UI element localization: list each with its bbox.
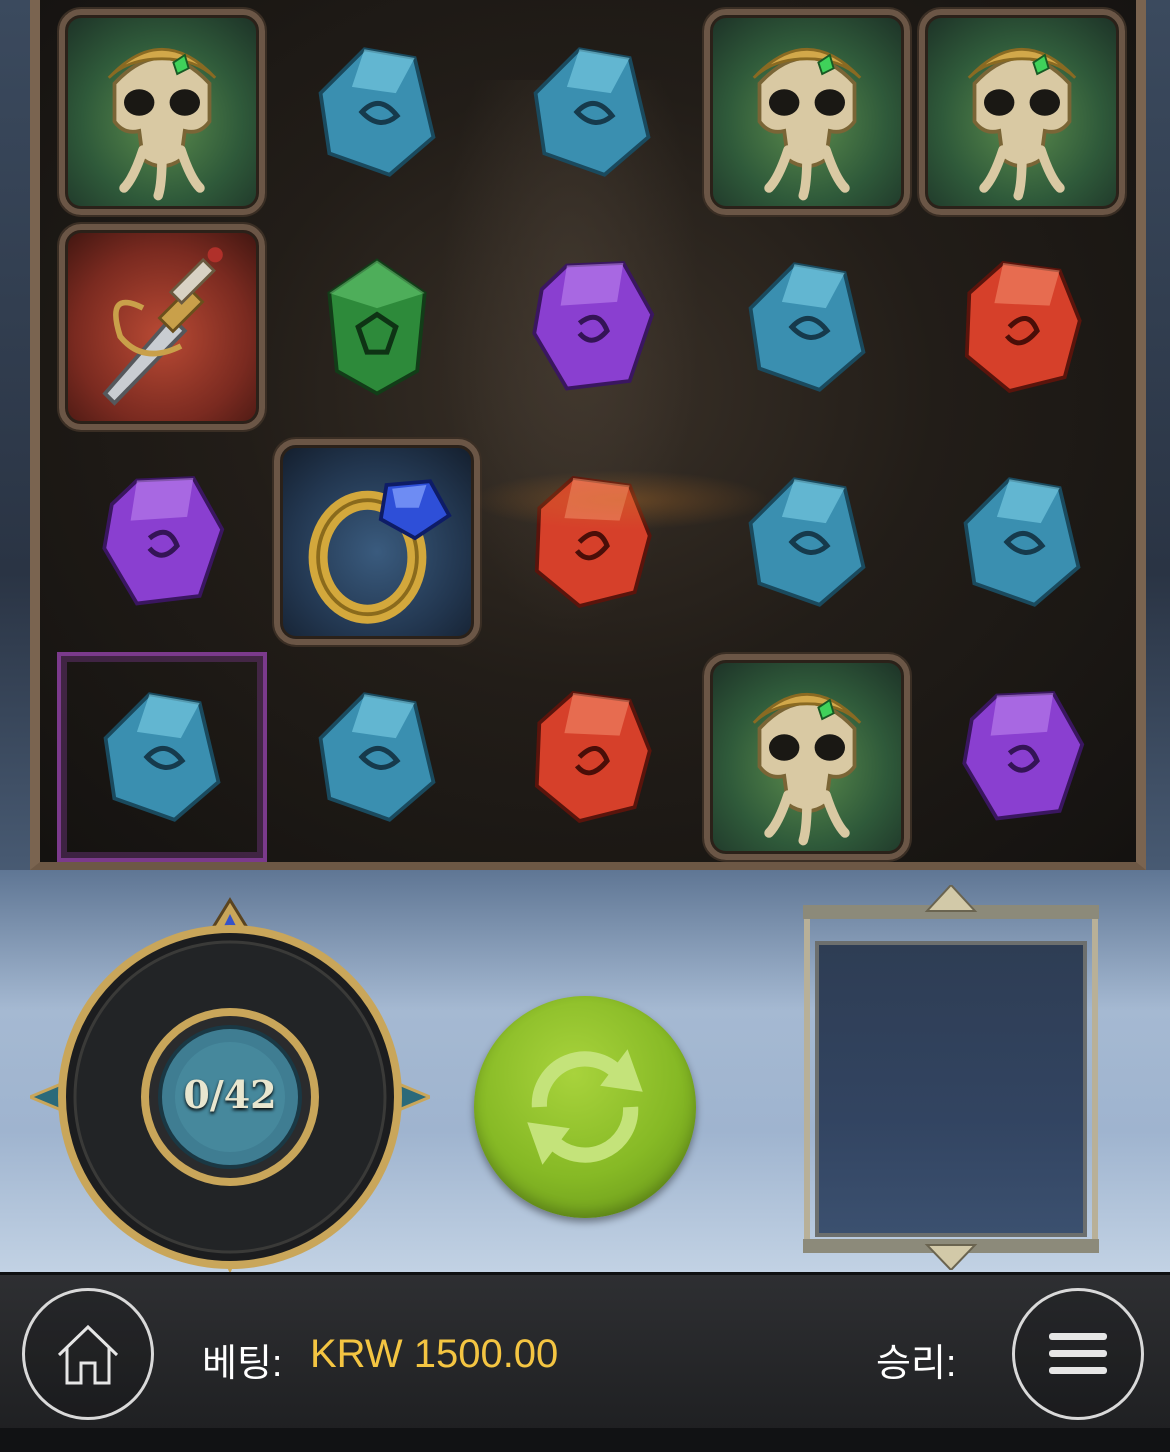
symbol-gem-teal-highlighted <box>55 650 269 864</box>
symbol-skull <box>915 5 1129 219</box>
meter-counter: 0/42 <box>183 1072 277 1117</box>
bet-value: KRW 1500.00 <box>310 1332 559 1376</box>
bottom-strip <box>0 1428 1170 1452</box>
menu-button[interactable] <box>1012 1288 1144 1420</box>
symbol-gem-red <box>485 650 699 864</box>
home-button[interactable] <box>22 1288 154 1420</box>
symbol-skull <box>700 650 914 864</box>
symbol-dagger <box>55 220 269 434</box>
symbol-gem-teal <box>700 220 914 434</box>
symbol-gem-teal <box>915 435 1129 649</box>
symbol-skull <box>700 5 914 219</box>
bottom-bar <box>0 1272 1170 1452</box>
reel-grid <box>30 0 1146 870</box>
symbol-gem-teal <box>700 435 914 649</box>
spin-icon <box>527 1049 643 1165</box>
symbol-gem-green <box>270 220 484 434</box>
win-display <box>815 941 1087 1237</box>
bet-label: 베팅: <box>202 1343 283 1385</box>
win-label: 승리: <box>876 1343 957 1385</box>
symbol-ring <box>270 435 484 649</box>
symbol-gem-red <box>915 220 1129 434</box>
home-icon <box>57 1324 119 1385</box>
symbol-gem-teal <box>485 5 699 219</box>
symbol-gem-red <box>485 435 699 649</box>
symbol-skull <box>55 5 269 219</box>
symbol-gem-purple <box>55 435 269 649</box>
menu-icon <box>1049 1333 1107 1374</box>
symbol-gem-teal <box>270 650 484 864</box>
symbol-gem-teal <box>270 5 484 219</box>
symbol-gem-purple <box>485 220 699 434</box>
win-panel <box>803 885 1099 1270</box>
symbol-gem-purple <box>915 650 1129 864</box>
spin-button[interactable] <box>474 996 696 1218</box>
